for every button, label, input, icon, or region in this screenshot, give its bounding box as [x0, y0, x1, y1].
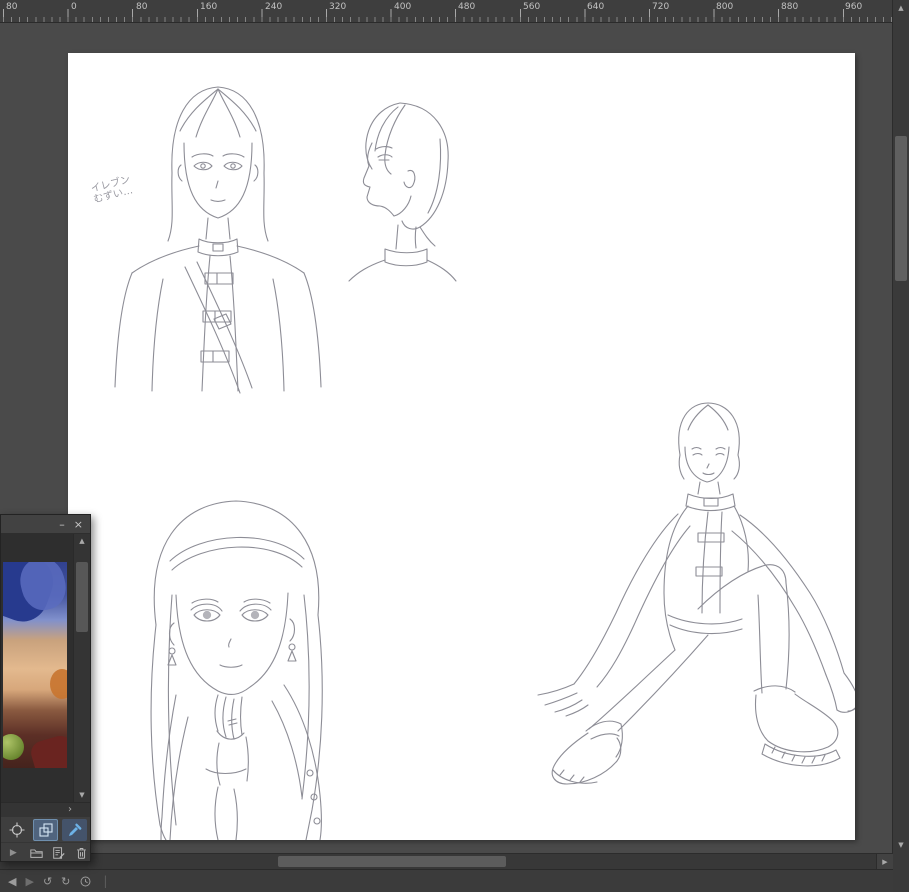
- reference-image-area[interactable]: [1, 534, 74, 802]
- next-image-button[interactable]: ▶: [5, 845, 22, 861]
- scroll-down-button[interactable]: ▼: [893, 837, 909, 853]
- flip-right-icon[interactable]: ▶: [25, 876, 33, 887]
- ruler-label: 80: [136, 2, 148, 12]
- status-bar: ◀ ▶ ↺ ↻ |: [0, 869, 893, 892]
- scroll-right-icon: ▶: [882, 858, 888, 866]
- ruler-label: 320: [329, 2, 347, 12]
- ruler-label: 800: [716, 2, 734, 12]
- canvas-viewport[interactable]: イレブン むずい…: [0, 22, 893, 853]
- trash-icon: [77, 847, 86, 859]
- subview-action-bar: ▶: [1, 842, 90, 862]
- play-icon: ▶: [9, 847, 17, 857]
- ruler-label: 0: [71, 2, 77, 12]
- subview-scroll-right-icon[interactable]: ›: [68, 805, 72, 815]
- ruler-label: 400: [394, 2, 412, 12]
- ruler-label: 720: [652, 2, 670, 12]
- ruler-label: 960: [845, 2, 863, 12]
- sketch-head-profile: [348, 102, 457, 282]
- scrollbar-corner: [893, 853, 909, 892]
- subview-scroll-thumb[interactable]: [76, 562, 88, 632]
- pan-tool-button[interactable]: [4, 819, 29, 841]
- eyedropper-button[interactable]: [62, 819, 87, 841]
- folder-icon: [29, 848, 43, 858]
- scroll-up-button[interactable]: ▲: [893, 0, 909, 16]
- subview-scroll-track[interactable]: [74, 548, 90, 788]
- horizontal-scroll-thumb[interactable]: [278, 856, 506, 867]
- reference-image-detail: [28, 732, 67, 768]
- ruler-label: 240: [265, 2, 283, 12]
- flip-left-icon[interactable]: ◀: [8, 876, 16, 887]
- reference-image-detail: [3, 734, 24, 760]
- reset-view-icon[interactable]: [79, 875, 92, 888]
- subview-body: ▲ ▼ › ▶: [1, 534, 90, 862]
- sketch-sitting-pose: [537, 402, 855, 785]
- subview-titlebar[interactable]: – ×: [1, 515, 90, 534]
- scroll-up-icon: ▲: [898, 4, 904, 12]
- subview-toolbar: [1, 818, 90, 842]
- subview-palette: – × ▲ ▼ › ▶: [0, 514, 91, 862]
- edit-image-button[interactable]: [51, 845, 68, 861]
- subview-vertical-scrollbar[interactable]: ▲ ▼: [73, 534, 90, 802]
- minimize-icon[interactable]: –: [59, 519, 65, 530]
- eyedropper-icon: [68, 823, 81, 836]
- ruler-label: 80: [6, 2, 18, 12]
- ruler-label: 640: [587, 2, 605, 12]
- fit-window-icon: [38, 823, 53, 837]
- close-icon[interactable]: ×: [74, 519, 83, 530]
- horizontal-scrollbar[interactable]: ▶: [0, 853, 893, 870]
- sketch-bust-front: [114, 86, 322, 394]
- scroll-right-button[interactable]: ▶: [876, 854, 893, 870]
- scroll-down-icon: ▼: [898, 841, 904, 849]
- fit-to-window-button[interactable]: [33, 819, 58, 841]
- edit-page-icon: [53, 846, 65, 859]
- rotate-cw-icon[interactable]: ↻: [61, 876, 70, 887]
- app-window: イレブン むずい… 80 0 80 160 240 320 400 480 560 640 720 8…: [0, 0, 909, 892]
- horizontal-ruler: 80 0 80 160 240 320 400 480 560 640 720 800 880 960: [0, 0, 893, 23]
- status-separator: |: [103, 874, 108, 888]
- reference-image[interactable]: [3, 562, 67, 768]
- pencil-sketches: [114, 86, 855, 840]
- sketch-face-closeup: [150, 500, 323, 840]
- reference-image-detail: [50, 669, 67, 700]
- ruler-label: 880: [781, 2, 799, 12]
- vertical-scroll-track[interactable]: [893, 16, 909, 837]
- subview-scroll-up-icon[interactable]: ▲: [74, 534, 90, 548]
- ruler-label: 160: [200, 2, 218, 12]
- subview-scroll-down-icon[interactable]: ▼: [74, 788, 90, 802]
- vertical-scroll-thumb[interactable]: [895, 136, 907, 281]
- crosshair-icon: [9, 822, 24, 838]
- delete-image-button[interactable]: [73, 845, 90, 861]
- rotate-ccw-icon[interactable]: ↺: [43, 876, 52, 887]
- subview-horizontal-scrollbar[interactable]: ›: [1, 802, 90, 817]
- ruler-label: 560: [523, 2, 541, 12]
- open-file-button[interactable]: [28, 845, 45, 861]
- drawing-canvas[interactable]: イレブン むずい…: [68, 53, 855, 840]
- vertical-scrollbar[interactable]: ▲ ▼: [892, 0, 909, 853]
- ruler-label: 480: [458, 2, 476, 12]
- ruler-labels: 80 0 80 160 240 320 400 480 560 640 720 800 880 960: [0, 0, 893, 22]
